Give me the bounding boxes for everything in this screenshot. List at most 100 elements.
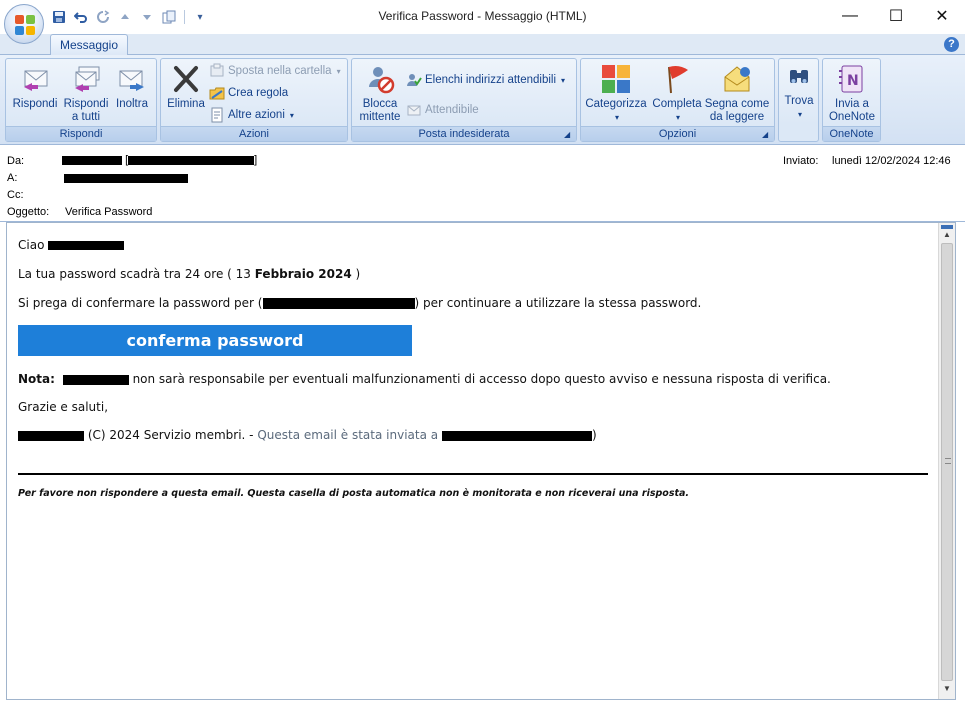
delete-button[interactable]: Elimina: [164, 63, 208, 111]
categorize-button[interactable]: Categorizza ▾: [583, 63, 649, 124]
redacted-sender-email: [128, 155, 255, 165]
subject-value: Verifica Password: [65, 206, 153, 218]
divider: [18, 473, 928, 475]
thanks-line: Grazie e saluti,: [18, 400, 109, 414]
window-controls: — ☐ ✕: [827, 0, 965, 32]
cc-label: Cc:: [7, 189, 24, 201]
vertical-scrollbar[interactable]: ▲ ▼: [938, 223, 955, 699]
from-value[interactable]: []: [62, 154, 257, 166]
block-sender-button[interactable]: Blocca mittente: [355, 63, 405, 124]
mark-unread-icon: [721, 63, 753, 95]
redacted-company-footer: [18, 430, 84, 441]
group-label-rispondi: Rispondi: [6, 126, 156, 141]
scroll-down-icon[interactable]: ▼: [939, 681, 955, 697]
forward-icon: [116, 63, 148, 95]
window-title: Verifica Password - Messaggio (HTML): [378, 9, 587, 23]
chevron-down-icon: ▾: [289, 110, 294, 120]
maximize-button[interactable]: ☐: [873, 0, 919, 32]
message-body[interactable]: Ciao La tua password scadrà tra 24 ore (…: [6, 222, 956, 700]
categorize-icon: [600, 63, 632, 95]
categorize-label: Categorizza: [585, 98, 647, 110]
trusted-button[interactable]: Attendibile: [406, 101, 479, 119]
onenote-icon: N: [836, 63, 868, 95]
close-button[interactable]: ✕: [919, 0, 965, 32]
group-label-posta-indesiderata: Posta indesiderata: [352, 126, 576, 141]
reply-label: Rispondi: [12, 98, 58, 110]
subject-label: Oggetto:: [7, 206, 50, 218]
binoculars-icon: [787, 65, 811, 89]
copyright-text: (C) 2024 Servizio membri. -: [84, 428, 258, 442]
other-actions-label: Altre azioni: [228, 109, 285, 121]
delete-label: Elimina: [167, 98, 205, 110]
chevron-down-icon: ▾: [614, 113, 619, 122]
reply-button[interactable]: Rispondi: [9, 63, 61, 111]
scroll-up-icon[interactable]: ▲: [939, 227, 955, 243]
footer-note: Per favore non rispondere a questa email…: [18, 488, 690, 499]
sent-to-close: ): [591, 428, 597, 442]
delete-icon: [170, 63, 202, 95]
flag-icon: [661, 63, 693, 95]
confirm-password-button[interactable]: conferma password: [18, 325, 412, 356]
find-button[interactable]: Trova ▾: [780, 63, 818, 121]
other-actions-icon: [209, 107, 225, 123]
safe-lists-button[interactable]: Elenchi indirizzi attendibili ▾: [406, 71, 565, 89]
message-header: Da: [] A: Cc: Oggetto: Verifica Password…: [0, 146, 965, 222]
greeting-line: Ciao: [18, 238, 930, 252]
followup-button[interactable]: Completa ▾: [650, 63, 704, 124]
group-trova: Trova ▾: [778, 58, 819, 142]
office-button[interactable]: [4, 4, 44, 44]
dialog-launcher-icon[interactable]: ◢: [564, 130, 573, 139]
send-to-onenote-button[interactable]: N Invia a OneNote: [824, 63, 880, 124]
note-text: non sarà responsabile per eventuali malf…: [128, 372, 831, 386]
expiry-date: Febbraio 2024: [254, 267, 352, 281]
trusted-label: Attendibile: [425, 104, 479, 116]
group-posta-indesiderata: Blocca mittente Elenchi indirizzi attend…: [351, 58, 577, 142]
svg-text:N: N: [847, 73, 859, 89]
trusted-icon: [406, 102, 422, 118]
scroll-thumb[interactable]: [941, 243, 953, 681]
redacted-company: [62, 374, 129, 385]
note-label: Nota:: [18, 372, 55, 386]
sent-to-text: Questa email è stata inviata a: [257, 428, 442, 442]
move-label: Sposta nella cartella: [228, 65, 332, 77]
redacted-sender-name: [62, 155, 122, 165]
grip-icon: [945, 458, 951, 464]
followup-label: Completa: [652, 98, 702, 110]
send-to-onenote-label: Invia a OneNote: [828, 98, 876, 123]
mark-unread-label: Segna come da leggere: [704, 98, 770, 123]
reply-all-icon: [70, 63, 102, 95]
redacted-recipient-email[interactable]: [441, 430, 592, 441]
group-label-onenote: OneNote: [823, 126, 880, 141]
dialog-launcher-icon[interactable]: ◢: [762, 130, 771, 139]
to-value[interactable]: [64, 172, 188, 184]
group-rispondi: Rispondi Rispondi a tutti Inoltra Rispon…: [5, 58, 157, 142]
chevron-down-icon: ▾: [675, 113, 680, 122]
move-to-folder-button[interactable]: Sposta nella cartella ▾: [209, 62, 341, 80]
expiry-text-end: ): [351, 267, 361, 281]
cta-wrapper: conferma password: [18, 325, 930, 356]
group-azioni: Elimina Sposta nella cartella ▾ Crea rego…: [160, 58, 348, 142]
minimize-button[interactable]: —: [827, 0, 873, 32]
chevron-down-icon: ▾: [561, 75, 566, 85]
message-content: Ciao La tua password scadrà tra 24 ore (…: [18, 237, 930, 499]
forward-button[interactable]: Inoltra: [112, 63, 152, 111]
redacted-recipient: [64, 173, 188, 183]
chevron-down-icon: ▾: [336, 66, 341, 76]
tab-messaggio[interactable]: Messaggio: [50, 34, 128, 56]
rule-label: Crea regola: [228, 87, 289, 99]
create-rule-button[interactable]: Crea regola: [209, 84, 288, 102]
group-opzioni: Categorizza ▾ Completa ▾ Segna come da leg…: [580, 58, 775, 142]
mark-unread-button[interactable]: Segna come da leggere: [704, 63, 770, 124]
title-bar: ▾ Verifica Password - Messaggio (HTML) —…: [0, 0, 965, 44]
reply-all-label: Rispondi a tutti: [63, 98, 109, 123]
other-actions-button[interactable]: Altre azioni ▾: [209, 106, 294, 124]
ribbon-tab-bar: Messaggio ?: [0, 34, 965, 56]
block-sender-label: Blocca mittente: [359, 98, 401, 123]
forward-label: Inoltra: [116, 98, 148, 110]
confirm-text: Si prega di confermare la password per (: [18, 296, 263, 310]
confirm-line: Si prega di confermare la password per (…: [18, 296, 930, 310]
reply-all-button[interactable]: Rispondi a tutti: [61, 63, 111, 124]
reply-icon: [19, 63, 51, 95]
redacted-domain: [262, 298, 415, 309]
help-icon[interactable]: ?: [944, 37, 959, 52]
